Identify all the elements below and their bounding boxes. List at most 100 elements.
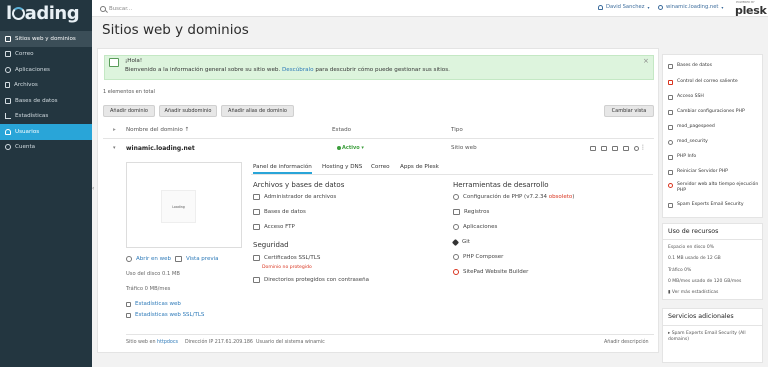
- tab-underline: [251, 174, 653, 175]
- chart-icon: ▮: [668, 290, 671, 295]
- select-all-toggle[interactable]: ▸: [113, 127, 116, 133]
- user-icon: [598, 4, 603, 10]
- rail-link-outgoing-mail[interactable]: Control del correo saliente: [668, 79, 760, 85]
- sidebar-item-account[interactable]: Cuenta: [0, 140, 92, 156]
- rail-link-ssh[interactable]: Acceso SSH: [668, 94, 760, 100]
- add-description-link[interactable]: Añadir descripción: [604, 340, 649, 345]
- chevron-down-icon[interactable]: ▾: [113, 145, 116, 151]
- divider: [126, 334, 654, 335]
- domain-name[interactable]: winamic.loading.net: [126, 145, 195, 152]
- sidebar-item-websites[interactable]: Sitios web y dominios: [0, 31, 92, 47]
- ssl-certificates-link[interactable]: Certificados SSL/TLS: [253, 255, 320, 261]
- rail-link-label: Control del correo saliente: [677, 79, 738, 84]
- file-manager-label: Administrador de archivos: [264, 194, 337, 200]
- sidebar-item-label: Cuenta: [15, 144, 36, 151]
- file-manager-link[interactable]: Administrador de archivos: [253, 194, 336, 200]
- tab-dashboard[interactable]: Panel de información: [253, 164, 312, 174]
- domain-switcher[interactable]: winamic.loading.net ▾: [658, 4, 723, 10]
- sidebar-item-apps[interactable]: Aplicaciones: [0, 62, 92, 78]
- databases-link[interactable]: Bases de datos: [253, 209, 306, 215]
- composer-icon: [453, 254, 459, 260]
- database-icon[interactable]: [612, 146, 618, 151]
- chevron-down-icon: ▾: [647, 4, 650, 10]
- ssl-stats-label: Estadísticas web SSL/TLS: [135, 312, 205, 318]
- certificate-icon: [253, 255, 260, 261]
- logo[interactable]: l ading: [6, 3, 80, 25]
- services-title: Servicios adicionales: [668, 313, 734, 320]
- tab-plesk-apps[interactable]: Apps de Plesk: [400, 164, 439, 170]
- rail-link-modsecurity[interactable]: mod_security: [668, 139, 760, 145]
- ssl-stats-link[interactable]: Estadísticas web SSL/TLS: [126, 312, 204, 318]
- httpdocs-link[interactable]: httpdocs: [157, 340, 178, 345]
- tab-mail[interactable]: Correo: [371, 164, 390, 170]
- logs-label: Registros: [464, 209, 490, 215]
- divider: [103, 138, 654, 139]
- ftp-access-link[interactable]: Acceso FTP: [253, 224, 295, 230]
- status-dot-icon: [337, 146, 341, 150]
- banner-hello: ¡Hola!: [125, 58, 143, 64]
- git-link[interactable]: Git: [451, 238, 470, 246]
- more-stats-link[interactable]: ▮ Ver más estadísticas: [668, 290, 718, 295]
- user-name: David Sanchez: [606, 4, 645, 10]
- add-subdomain-button[interactable]: Añadir subdominio: [159, 105, 217, 117]
- rail-link-label: mod_security: [677, 139, 708, 144]
- sidebar-item-files[interactable]: Archivos: [0, 78, 92, 94]
- folder-icon[interactable]: [590, 146, 596, 151]
- globe-icon[interactable]: [634, 146, 639, 151]
- applications-link[interactable]: Aplicaciones: [453, 224, 497, 230]
- rail-link-php-timeout[interactable]: Servidor web alto tiempo ejecución PHP: [668, 182, 760, 194]
- sidebar-item-databases[interactable]: Bases de datos: [0, 93, 92, 109]
- sitepad-link[interactable]: SitePad Website Builder: [453, 269, 528, 275]
- logs-link[interactable]: Registros: [453, 209, 489, 215]
- sidebar-nav: Sitios web y dominios Correo Aplicacione…: [0, 31, 92, 155]
- search-box[interactable]: Buscar...: [100, 3, 250, 14]
- chart-icon: [5, 113, 11, 120]
- col-domain-name[interactable]: Nombre del dominio ↑: [126, 127, 189, 133]
- preview-link[interactable]: Vista previa: [175, 256, 218, 262]
- restart-icon: [668, 170, 673, 175]
- more-icon[interactable]: ⋮: [640, 144, 646, 151]
- domain-name: winamic.loading.net: [666, 4, 719, 10]
- database-icon: [253, 209, 260, 215]
- rail-link-label: Cambiar configuraciones PHP: [677, 109, 745, 114]
- site-preview-thumb: Loading: [161, 190, 196, 223]
- sidebar-item-label: Aplicaciones: [15, 66, 50, 73]
- php-settings-link[interactable]: Configuración de PHP (v7.2.34 obsoleto): [453, 194, 574, 200]
- php-composer-label: PHP Composer: [463, 254, 504, 260]
- apps-icon: [453, 224, 459, 230]
- sidebar-item-users[interactable]: Usuarios: [0, 124, 92, 140]
- tab-hosting-dns[interactable]: Hosting y DNS: [322, 164, 362, 170]
- open-in-web-link[interactable]: Abrir en web: [126, 256, 171, 262]
- add-alias-button[interactable]: Añadir alias de dominio: [221, 105, 294, 117]
- discover-link[interactable]: Descúbralo: [282, 67, 314, 73]
- search-input[interactable]: Buscar...: [109, 6, 132, 12]
- php-composer-link[interactable]: PHP Composer: [453, 254, 503, 260]
- rail-link-restart-php[interactable]: Reiniciar Servidor PHP: [668, 169, 760, 175]
- protected-dirs-link[interactable]: Directorios protegidos con contraseña: [253, 277, 369, 283]
- close-icon[interactable]: ×: [643, 57, 649, 65]
- change-view-button[interactable]: Cambiar vista: [604, 105, 654, 117]
- chart-icon: [126, 312, 131, 318]
- git-label: Git: [462, 239, 470, 245]
- php-icon[interactable]: [623, 146, 629, 151]
- rail-link-php-info[interactable]: PHP Info: [668, 154, 760, 160]
- spam-experts-service-link[interactable]: ▸ Spam Experts Email Security (All domai…: [668, 331, 758, 343]
- user-menu[interactable]: David Sanchez ▾: [598, 4, 649, 10]
- mail-icon[interactable]: [601, 146, 607, 151]
- apps-icon: [5, 66, 11, 73]
- lock-icon: [253, 277, 260, 283]
- status-badge[interactable]: Activo ▾: [342, 145, 364, 151]
- sidebar-item-mail[interactable]: Correo: [0, 47, 92, 63]
- rail-link-databases[interactable]: Bases de datos: [668, 63, 760, 69]
- rail-link-label: Reiniciar Servidor PHP: [677, 169, 728, 174]
- database-icon: [668, 64, 673, 69]
- web-stats-link[interactable]: Estadísticas web: [126, 301, 181, 307]
- rail-link-spam-experts[interactable]: Spam Experts Email Security: [668, 202, 760, 208]
- preview-icon: [175, 256, 182, 262]
- sitepad-label: SitePad Website Builder: [463, 269, 529, 275]
- add-domain-button[interactable]: Añadir dominio: [103, 105, 155, 117]
- banner-text-part: para descubrir cómo puede gestionar sus …: [315, 67, 450, 73]
- sidebar-item-statistics[interactable]: Estadísticas: [0, 109, 92, 125]
- rail-link-php-settings[interactable]: Cambiar configuraciones PHP: [668, 109, 760, 115]
- rail-link-pagespeed[interactable]: mod_pagespeed: [668, 124, 760, 130]
